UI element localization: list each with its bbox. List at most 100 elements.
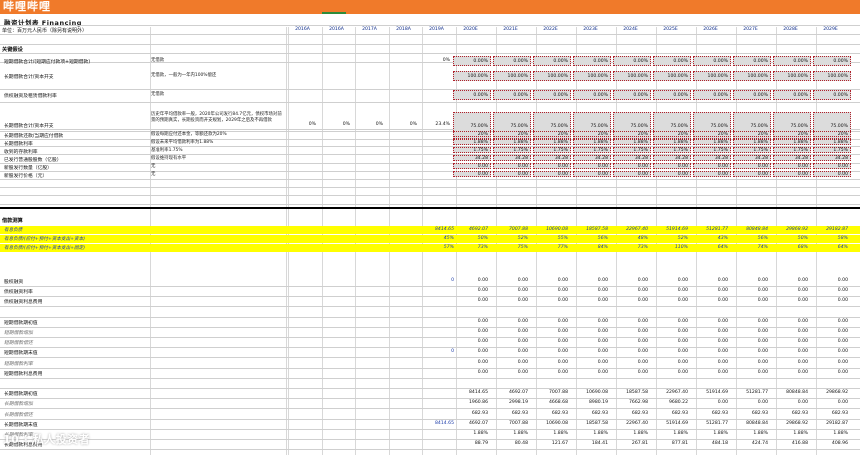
- projection-input-cell[interactable]: 0.00%: [533, 56, 571, 66]
- projection-input-cell[interactable]: 1.75%: [573, 147, 611, 153]
- projection-input-cell[interactable]: 34.28: [653, 155, 691, 161]
- projection-input-cell[interactable]: 1.75%: [733, 147, 771, 153]
- year-header-1[interactable]: 2016A: [320, 27, 353, 32]
- year-header-4[interactable]: 2019A: [420, 27, 453, 32]
- projection-input-cell[interactable]: 100.00%: [573, 71, 611, 81]
- projection-input-cell[interactable]: 0.00: [733, 171, 771, 177]
- projection-input-cell[interactable]: 1.75%: [693, 147, 731, 153]
- projection-input-cell[interactable]: 1.88%: [613, 139, 651, 145]
- projection-input-cell[interactable]: 1.88%: [693, 139, 731, 145]
- projection-input-cell[interactable]: 100.00%: [533, 71, 571, 81]
- projection-input-cell[interactable]: 0.00: [573, 163, 611, 169]
- year-header-12[interactable]: 2027E: [734, 27, 767, 32]
- year-header-6[interactable]: 2021E: [494, 27, 527, 32]
- projection-input-cell[interactable]: 0.00%: [693, 90, 731, 100]
- projection-input-cell[interactable]: 34.28: [693, 155, 731, 161]
- year-header-8[interactable]: 2023E: [574, 27, 607, 32]
- projection-input-cell[interactable]: 0.00%: [653, 90, 691, 100]
- projection-input-cell[interactable]: 1.88%: [773, 139, 811, 145]
- projection-input-cell[interactable]: 0.00: [493, 163, 531, 169]
- projection-input-cell[interactable]: 1.88%: [533, 139, 571, 145]
- projection-input-cell[interactable]: 1.75%: [813, 147, 851, 153]
- year-header-7[interactable]: 2022E: [534, 27, 567, 32]
- projection-input-cell[interactable]: 100.00%: [773, 71, 811, 81]
- projection-input-cell[interactable]: 1.88%: [573, 139, 611, 145]
- projection-input-cell[interactable]: 34.28: [613, 155, 651, 161]
- projection-input-cell[interactable]: 0.00: [573, 171, 611, 177]
- projection-input-cell[interactable]: 0.00: [693, 163, 731, 169]
- projection-input-cell[interactable]: 100.00%: [613, 71, 651, 81]
- projection-input-cell[interactable]: 0.00: [453, 163, 491, 169]
- projection-input-cell[interactable]: 0.00%: [693, 56, 731, 66]
- projection-input-cell[interactable]: 100.00%: [653, 71, 691, 81]
- year-header-0[interactable]: 2016A: [286, 27, 319, 32]
- projection-input-cell[interactable]: 1.88%: [453, 139, 491, 145]
- projection-input-cell[interactable]: 0.00: [773, 163, 811, 169]
- projection-input-cell[interactable]: 0.00%: [453, 90, 491, 100]
- projection-input-cell[interactable]: 0.00: [813, 171, 851, 177]
- year-header-3[interactable]: 2018A: [387, 27, 420, 32]
- projection-input-cell[interactable]: 0.00: [533, 171, 571, 177]
- projection-input-cell[interactable]: 0.00: [533, 163, 571, 169]
- projection-input-cell[interactable]: 0.00: [733, 163, 771, 169]
- projection-input-cell[interactable]: 1.75%: [493, 147, 531, 153]
- projection-input-cell[interactable]: 34.28: [573, 155, 611, 161]
- year-header-9[interactable]: 2024E: [614, 27, 647, 32]
- year-header-5[interactable]: 2020E: [454, 27, 487, 32]
- projection-input-cell[interactable]: 0.00: [653, 171, 691, 177]
- projection-input-cell[interactable]: 1.88%: [493, 139, 531, 145]
- projection-input-cell[interactable]: 0.00%: [493, 90, 531, 100]
- projection-input-cell[interactable]: 0.00%: [733, 90, 771, 100]
- projection-input-cell[interactable]: 34.28: [453, 155, 491, 161]
- projection-input-cell[interactable]: 20%: [653, 131, 691, 137]
- projection-input-cell[interactable]: 0.00%: [813, 56, 851, 66]
- projection-input-cell[interactable]: 0.00%: [773, 90, 811, 100]
- year-header-11[interactable]: 2026E: [694, 27, 727, 32]
- projection-input-cell[interactable]: 1.88%: [733, 139, 771, 145]
- projection-input-cell[interactable]: 1.75%: [773, 147, 811, 153]
- projection-input-cell[interactable]: 0.00%: [613, 56, 651, 66]
- projection-input-cell[interactable]: 20%: [813, 131, 851, 137]
- projection-input-cell[interactable]: 1.88%: [653, 139, 691, 145]
- projection-input-cell[interactable]: 100.00%: [693, 71, 731, 81]
- projection-input-cell[interactable]: 0.00: [653, 163, 691, 169]
- projection-input-cell[interactable]: 20%: [773, 131, 811, 137]
- projection-input-cell[interactable]: 20%: [573, 131, 611, 137]
- projection-input-cell[interactable]: 0.00%: [733, 56, 771, 66]
- projection-input-cell[interactable]: 34.28: [813, 155, 851, 161]
- projection-input-cell[interactable]: 0.00%: [653, 56, 691, 66]
- projection-input-cell[interactable]: 100.00%: [813, 71, 851, 81]
- projection-input-cell[interactable]: 34.28: [773, 155, 811, 161]
- projection-input-cell[interactable]: 0.00%: [813, 90, 851, 100]
- projection-input-cell[interactable]: 1.75%: [613, 147, 651, 153]
- projection-input-cell[interactable]: 0.00: [813, 163, 851, 169]
- projection-input-cell[interactable]: 0.00%: [613, 90, 651, 100]
- projection-input-cell[interactable]: 0.00%: [533, 90, 571, 100]
- projection-input-cell[interactable]: 0.00: [773, 171, 811, 177]
- year-header-10[interactable]: 2025E: [654, 27, 687, 32]
- projection-input-cell[interactable]: 1.75%: [533, 147, 571, 153]
- projection-input-cell[interactable]: 0.00: [453, 171, 491, 177]
- projection-input-cell[interactable]: 34.28: [733, 155, 771, 161]
- projection-input-cell[interactable]: 1.88%: [813, 139, 851, 145]
- projection-input-cell[interactable]: 20%: [733, 131, 771, 137]
- projection-input-cell[interactable]: 20%: [493, 131, 531, 137]
- year-header-14[interactable]: 2029E: [814, 27, 847, 32]
- projection-input-cell[interactable]: 0.00%: [493, 56, 531, 66]
- projection-input-cell[interactable]: 0.00%: [453, 56, 491, 66]
- projection-input-cell[interactable]: 20%: [453, 131, 491, 137]
- projection-input-cell[interactable]: 0.00: [693, 171, 731, 177]
- projection-input-cell[interactable]: 0.00: [493, 171, 531, 177]
- projection-input-cell[interactable]: 20%: [693, 131, 731, 137]
- year-header-13[interactable]: 2028E: [774, 27, 807, 32]
- projection-input-cell[interactable]: 100.00%: [493, 71, 531, 81]
- projection-input-cell[interactable]: 1.75%: [453, 147, 491, 153]
- projection-input-cell[interactable]: 0.00%: [773, 56, 811, 66]
- projection-input-cell[interactable]: 0.00: [613, 163, 651, 169]
- year-header-2[interactable]: 2017A: [353, 27, 386, 32]
- projection-input-cell[interactable]: 34.28: [493, 155, 531, 161]
- projection-input-cell[interactable]: 0.00%: [573, 56, 611, 66]
- projection-input-cell[interactable]: 100.00%: [733, 71, 771, 81]
- projection-input-cell[interactable]: 100.00%: [453, 71, 491, 81]
- projection-input-cell[interactable]: 20%: [613, 131, 651, 137]
